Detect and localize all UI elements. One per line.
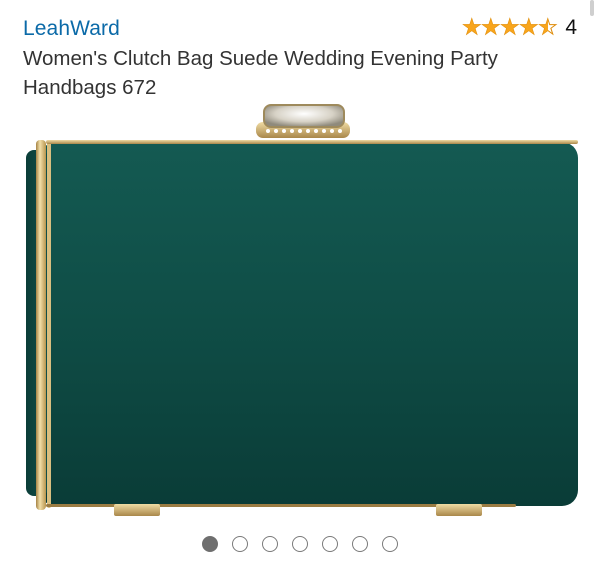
- rating-count: 4: [565, 16, 577, 39]
- carousel-dot[interactable]: [292, 536, 308, 552]
- carousel-dot[interactable]: [382, 536, 398, 552]
- image-carousel-indicator: [0, 536, 600, 552]
- scroll-indicator[interactable]: [590, 0, 594, 16]
- star-icon: ★ ★: [538, 16, 558, 39]
- star-icon: ★ ★: [500, 16, 520, 39]
- gold-frame-top: [46, 140, 578, 144]
- rating-summary[interactable]: ★ ★ ★ ★ ★ ★ ★ ★ ★ ★ 4: [462, 16, 577, 40]
- clasp-jewel: [256, 104, 350, 138]
- carousel-dot[interactable]: [352, 536, 368, 552]
- product-image[interactable]: [18, 100, 584, 525]
- hinge-right: [436, 504, 482, 516]
- bag-body: [40, 142, 578, 506]
- product-title: Women's Clutch Bag Suede Wedding Evening…: [23, 47, 498, 99]
- hinge-left: [114, 504, 160, 516]
- carousel-dot[interactable]: [262, 536, 278, 552]
- star-icon: ★ ★: [481, 16, 501, 39]
- carousel-dot[interactable]: [322, 536, 338, 552]
- star-icon: ★ ★: [519, 16, 539, 39]
- star-icon: ★ ★: [462, 16, 482, 39]
- carousel-dot[interactable]: [202, 536, 218, 552]
- brand-link[interactable]: LeahWard: [23, 17, 120, 41]
- gold-frame-left: [36, 140, 46, 510]
- carousel-dot[interactable]: [232, 536, 248, 552]
- star-rating: ★ ★ ★ ★ ★ ★ ★ ★ ★ ★: [462, 16, 558, 39]
- product-detail-page: LeahWard ★ ★ ★ ★ ★ ★ ★ ★ ★ ★ 4 Women's Clutch Bag…: [0, 0, 600, 563]
